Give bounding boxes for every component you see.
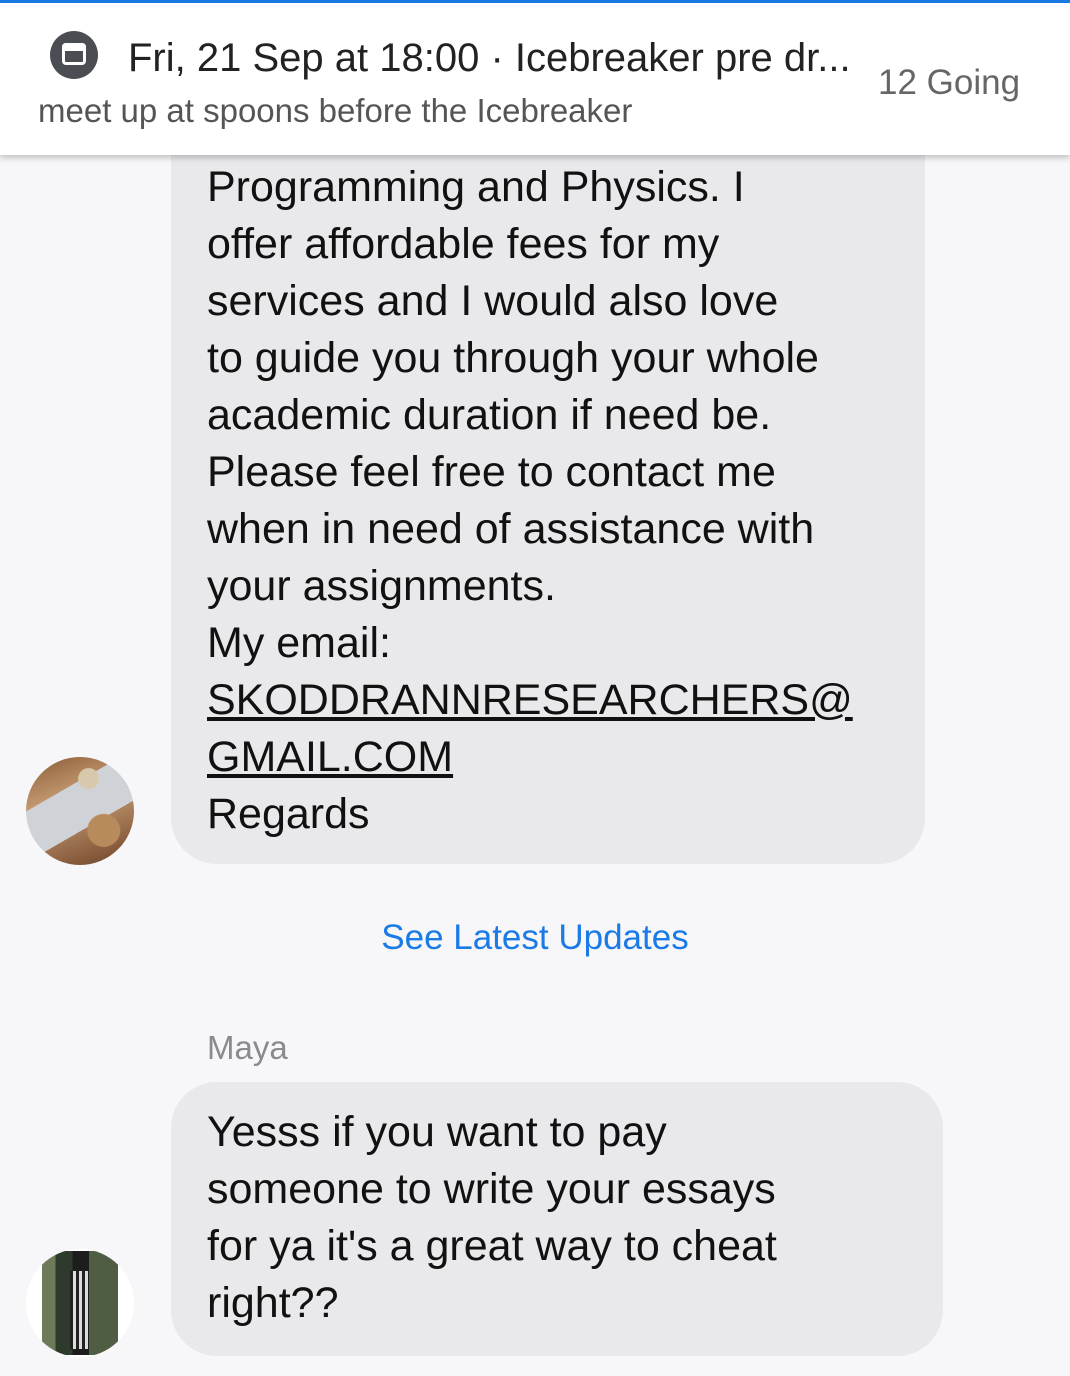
email-link[interactable]: SKODDRANNRESEARCHERS@ xyxy=(207,672,907,729)
sender-name: Maya xyxy=(207,1029,288,1066)
message-line: to guide you through your whole xyxy=(207,334,819,382)
message-line: Programming and Physics. I xyxy=(207,163,745,211)
message-line: your assignments. xyxy=(207,562,556,610)
message-line: Please feel free to contact me xyxy=(207,448,776,496)
maya-avatar[interactable] xyxy=(26,1249,134,1357)
message-line: academic duration if need be. xyxy=(207,391,772,439)
message-line: right?? xyxy=(207,1279,339,1327)
message-bubble[interactable]: Programming and Physics. I offer afforda… xyxy=(171,60,925,864)
email-link[interactable]: GMAIL.COM xyxy=(207,729,907,786)
calendar-icon xyxy=(50,31,98,79)
event-banner[interactable]: Fri, 21 Sep at 18:00 · Icebreaker pre dr… xyxy=(0,3,1070,155)
message-bubble[interactable]: Yesss if you want to pay someone to writ… xyxy=(171,1082,943,1356)
see-latest-updates-link[interactable]: See Latest Updates xyxy=(0,915,1070,961)
message-line: offer affordable fees for my xyxy=(207,220,720,268)
sender-avatar[interactable] xyxy=(26,757,134,865)
message-closing: Regards xyxy=(207,790,370,838)
message-line: someone to write your essays xyxy=(207,1165,776,1213)
message-line: My email: xyxy=(207,619,391,667)
going-count[interactable]: 12 Going xyxy=(878,61,1058,105)
event-description: meet up at spoons before the Icebreaker xyxy=(38,92,633,129)
message-line: Yesss if you want to pay xyxy=(207,1108,667,1156)
message-line: for ya it's a great way to cheat xyxy=(207,1222,777,1270)
message-line: when in need of assistance with xyxy=(207,505,815,553)
message-line: services and I would also love xyxy=(207,277,779,325)
event-title: Fri, 21 Sep at 18:00 · Icebreaker pre dr… xyxy=(128,36,851,80)
